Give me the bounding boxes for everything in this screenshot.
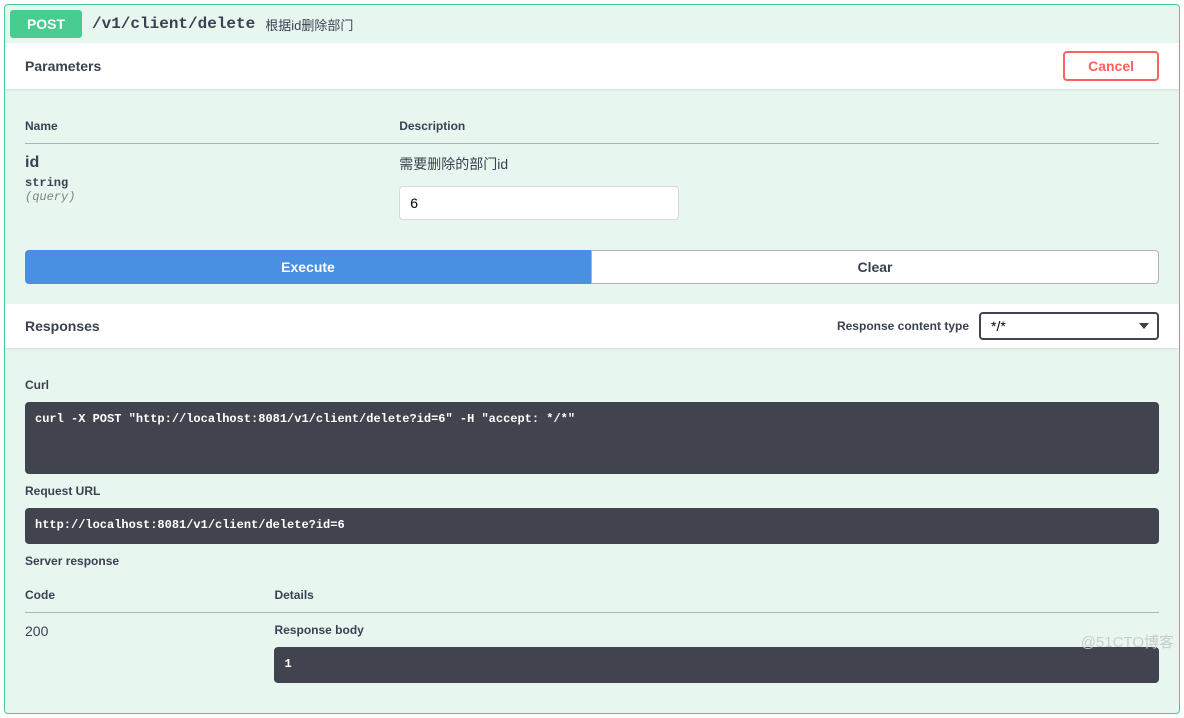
operation-summary-text: 根据id删除部门 — [265, 15, 353, 34]
responses-inner: Curl curl -X POST "http://localhost:8081… — [5, 348, 1179, 713]
content-type-row: Response content type */* — [837, 312, 1159, 340]
response-body-label: Response body — [274, 623, 1159, 637]
parameters-table: Name Description id string (query) 需要删除的… — [5, 89, 1179, 250]
param-name: id — [25, 154, 399, 172]
request-url-label: Request URL — [25, 484, 1159, 498]
server-response-label: Server response — [25, 554, 1159, 568]
responses-header: Responses Response content type */* — [5, 304, 1179, 348]
operation-summary[interactable]: POST /v1/client/delete 根据id删除部门 — [5, 5, 1179, 43]
content-type-label: Response content type — [837, 319, 969, 333]
response-table: Code Details 200 Response body 1 — [25, 578, 1159, 693]
param-type: string — [25, 172, 399, 190]
operation-path: /v1/client/delete — [82, 15, 265, 33]
method-badge: POST — [10, 10, 82, 38]
param-description: 需要删除的部门id — [399, 154, 1159, 174]
parameters-header: Parameters Cancel — [5, 43, 1179, 89]
content-type-select[interactable]: */* — [979, 312, 1159, 340]
button-row: Execute Clear — [5, 250, 1179, 304]
col-header-name: Name — [25, 109, 399, 144]
param-in: (query) — [25, 190, 399, 204]
curl-label: Curl — [25, 378, 1159, 392]
table-row: id string (query) 需要删除的部门id — [25, 144, 1159, 231]
table-row: 200 Response body 1 — [25, 613, 1159, 694]
request-url-block: http://localhost:8081/v1/client/delete?i… — [25, 508, 1159, 544]
param-value-input[interactable] — [399, 186, 679, 220]
response-body-block: 1 — [274, 647, 1159, 683]
col-header-code: Code — [25, 578, 274, 613]
cancel-button[interactable]: Cancel — [1063, 51, 1159, 81]
content-type-select-wrap: */* — [979, 312, 1159, 340]
execute-button[interactable]: Execute — [25, 250, 591, 284]
watermark: @51CTO博客 — [1081, 631, 1174, 652]
parameters-title: Parameters — [25, 58, 101, 74]
responses-title: Responses — [25, 318, 100, 334]
curl-block: curl -X POST "http://localhost:8081/v1/c… — [25, 402, 1159, 474]
response-code: 200 — [25, 613, 274, 694]
operation-block: POST /v1/client/delete 根据id删除部门 Paramete… — [4, 4, 1180, 714]
clear-button[interactable]: Clear — [591, 250, 1159, 284]
col-header-description: Description — [399, 109, 1159, 144]
col-header-details: Details — [274, 578, 1159, 613]
